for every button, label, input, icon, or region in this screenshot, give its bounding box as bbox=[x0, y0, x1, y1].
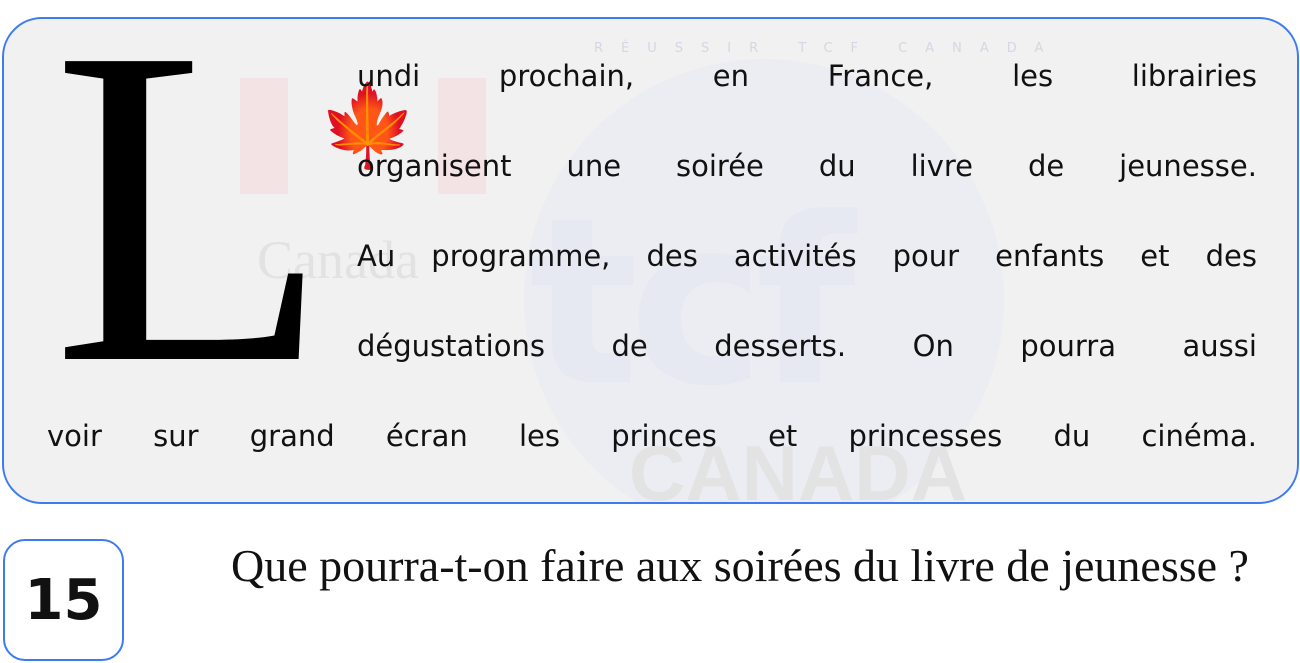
word: librairies bbox=[1131, 59, 1257, 93]
passage-line: dégustations de desserts. On pourra aussi bbox=[357, 326, 1257, 366]
word: des bbox=[646, 239, 698, 273]
word: et bbox=[1140, 239, 1170, 273]
word: aussi bbox=[1182, 329, 1257, 363]
word: une bbox=[566, 149, 622, 183]
word: Au bbox=[357, 239, 396, 273]
word: princes bbox=[611, 419, 717, 453]
word: pourra bbox=[1020, 329, 1116, 363]
question-number-badge: 15 bbox=[3, 539, 124, 661]
word: de bbox=[1027, 149, 1065, 183]
word: activités bbox=[733, 239, 857, 273]
passage-line: voir sur grand écran les princes et princesses d… bbox=[47, 416, 1257, 456]
word: et bbox=[768, 419, 798, 453]
word: du bbox=[1053, 419, 1091, 453]
logo-tcf-watermark: tcf bbox=[529, 170, 855, 437]
passage-line: Au programme, des activités pour enfants et des bbox=[357, 236, 1257, 276]
passage-card: RÉUSSIR TCF CANADA tcf CANADA 🍁 Canada L… bbox=[2, 17, 1299, 504]
word: France, bbox=[827, 59, 934, 93]
word: organisent bbox=[357, 149, 512, 183]
word: voir bbox=[47, 419, 102, 453]
word: cinéma. bbox=[1141, 419, 1257, 453]
passage-line: undi prochain, en France, les librairies bbox=[357, 56, 1257, 96]
question-text: Que pourra-t-on faire aux soirées du liv… bbox=[231, 540, 1249, 591]
word: princesses bbox=[848, 419, 1003, 453]
word: enfants bbox=[995, 239, 1105, 273]
word: les bbox=[1012, 59, 1054, 93]
word: en bbox=[712, 59, 750, 93]
word: programme, bbox=[431, 239, 611, 273]
word: des bbox=[1205, 239, 1257, 273]
word: undi bbox=[357, 59, 421, 93]
logo-ring-text: RÉUSSIR TCF CANADA bbox=[594, 41, 1062, 56]
word: desserts. bbox=[714, 329, 847, 363]
word: soirée bbox=[676, 149, 764, 183]
word: les bbox=[518, 419, 560, 453]
word: pour bbox=[892, 239, 960, 273]
word: sur bbox=[153, 419, 199, 453]
word: livre bbox=[910, 149, 973, 183]
word: grand bbox=[249, 419, 335, 453]
word: écran bbox=[385, 419, 468, 453]
word: dégustations bbox=[357, 329, 545, 363]
word: du bbox=[818, 149, 856, 183]
word: de bbox=[611, 329, 648, 363]
word: jeunesse. bbox=[1119, 149, 1257, 183]
word: On bbox=[912, 329, 954, 363]
passage-line: organisent une soirée du livre de jeunesse. bbox=[357, 146, 1257, 186]
word: prochain, bbox=[498, 59, 635, 93]
drop-cap: L bbox=[52, 17, 330, 458]
